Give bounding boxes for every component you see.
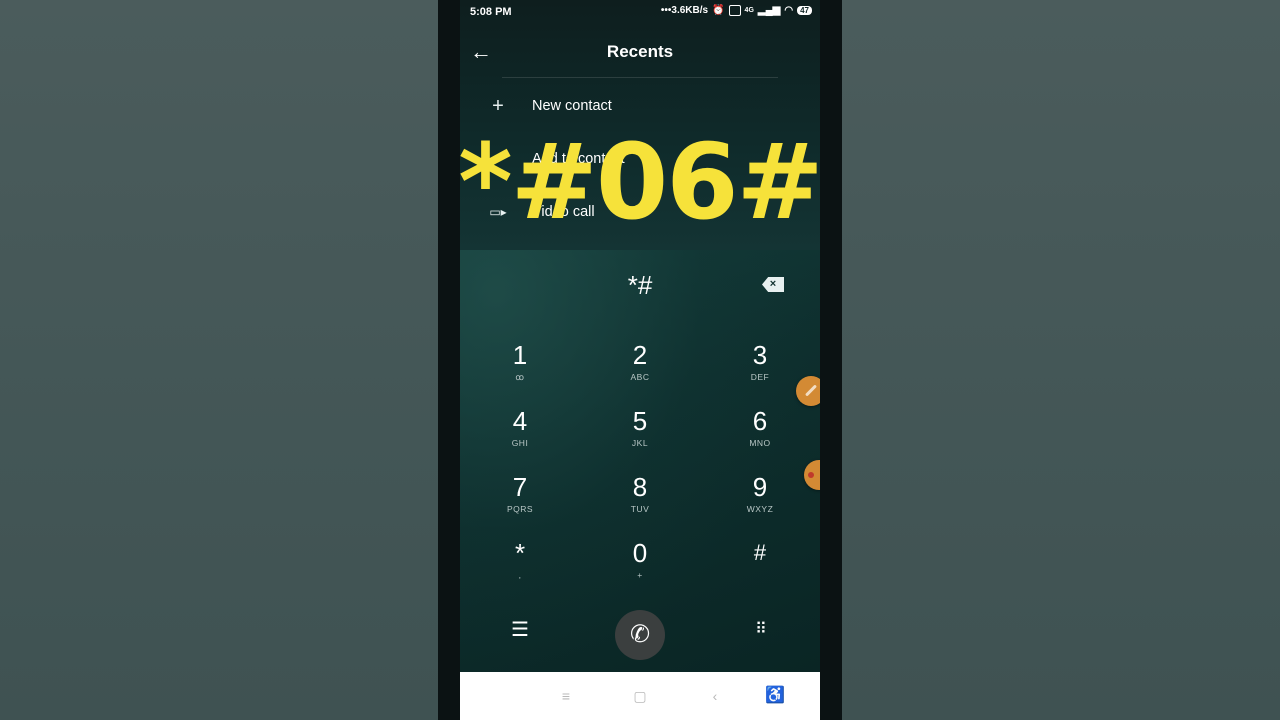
status-icons: •••3.6KB/s ⏰ 4G ▂▄▆ ◠ 47 — [661, 5, 812, 16]
volte-icon — [728, 5, 741, 16]
key-digit: 2 — [632, 340, 648, 370]
menu-item-label: New contact — [532, 98, 612, 114]
key-7[interactable]: 7 PQRS — [470, 472, 570, 532]
key-digit: # — [753, 540, 767, 565]
menu-lines-icon[interactable]: ☰ — [500, 610, 540, 650]
wifi-icon: ◠ — [784, 5, 794, 16]
battery-icon: 47 — [797, 6, 812, 15]
keypad-grid-icon[interactable]: ⠿ — [740, 610, 780, 650]
header: ← Recents — [460, 34, 820, 70]
key-digit: 1 — [512, 340, 528, 370]
key-letters: GHI — [511, 438, 529, 448]
key-8[interactable]: 8 TUV — [590, 472, 690, 532]
floating-edit-button[interactable] — [796, 376, 820, 406]
accessibility-icon[interactable]: ♿ — [765, 686, 785, 706]
signal-icon: ▂▄▆ — [757, 5, 781, 16]
key-star[interactable]: * , — [470, 538, 570, 598]
key-2[interactable]: 2 ABC — [590, 340, 690, 400]
key-1[interactable]: 1 ꝏ — [470, 340, 570, 400]
key-letters: TUV — [630, 504, 650, 514]
key-digit: 5 — [632, 406, 648, 436]
key-digit: 8 — [632, 472, 648, 502]
divider — [502, 77, 778, 78]
key-letters: JKL — [631, 438, 649, 448]
signal-network: 4G — [744, 7, 754, 14]
net-speed: •••3.6KB/s — [660, 5, 709, 16]
key-letters: ABC — [630, 372, 650, 382]
nav-back-icon[interactable]: ‹ — [705, 686, 725, 706]
key-letters: WXYZ — [746, 504, 774, 514]
plus-icon: + — [492, 95, 504, 117]
nav-menu-icon[interactable]: ≡ — [556, 686, 576, 706]
key-digit: 0 — [632, 538, 648, 568]
background-blur-left — [0, 0, 438, 720]
voicemail-icon: ꝏ — [515, 372, 525, 382]
background-blur-right — [842, 0, 1280, 720]
key-letters: PQRS — [506, 504, 534, 514]
key-6[interactable]: 6 MNO — [710, 406, 810, 466]
nav-home-icon[interactable]: ▢ — [630, 686, 650, 706]
key-5[interactable]: 5 JKL — [590, 406, 690, 466]
status-time: 5:08 PM — [470, 6, 512, 18]
phone-icon: ✆ — [629, 621, 651, 648]
key-digit: 4 — [512, 406, 528, 436]
phone-screen: 5:08 PM •••3.6KB/s ⏰ 4G ▂▄▆ ◠ 47 ← Recen… — [460, 0, 820, 720]
key-digit: 9 — [752, 472, 768, 502]
system-nav-bar: ≡ ▢ ‹ ♿ — [460, 672, 820, 720]
key-9[interactable]: 9 WXYZ — [710, 472, 810, 532]
page-title: Recents — [606, 42, 674, 61]
alarm-icon: ⏰ — [712, 5, 725, 16]
key-digit: * — [514, 538, 526, 568]
overlay-code-text: *#06# — [460, 121, 820, 243]
key-hash[interactable]: # — [710, 538, 810, 598]
status-bar: 5:08 PM •••3.6KB/s ⏰ 4G ▂▄▆ ◠ 47 — [460, 0, 820, 26]
key-letters: MNO — [749, 438, 771, 448]
key-0[interactable]: 0 + — [590, 538, 690, 598]
key-digit: 3 — [752, 340, 768, 370]
key-3[interactable]: 3 DEF — [710, 340, 810, 400]
key-letters: , — [518, 570, 522, 580]
key-letters: + — [637, 570, 643, 580]
key-letters: DEF — [750, 372, 770, 382]
key-4[interactable]: 4 GHI — [470, 406, 570, 466]
key-digit: 6 — [752, 406, 768, 436]
key-digit: 7 — [512, 472, 528, 502]
call-button[interactable]: ✆ — [615, 610, 665, 660]
